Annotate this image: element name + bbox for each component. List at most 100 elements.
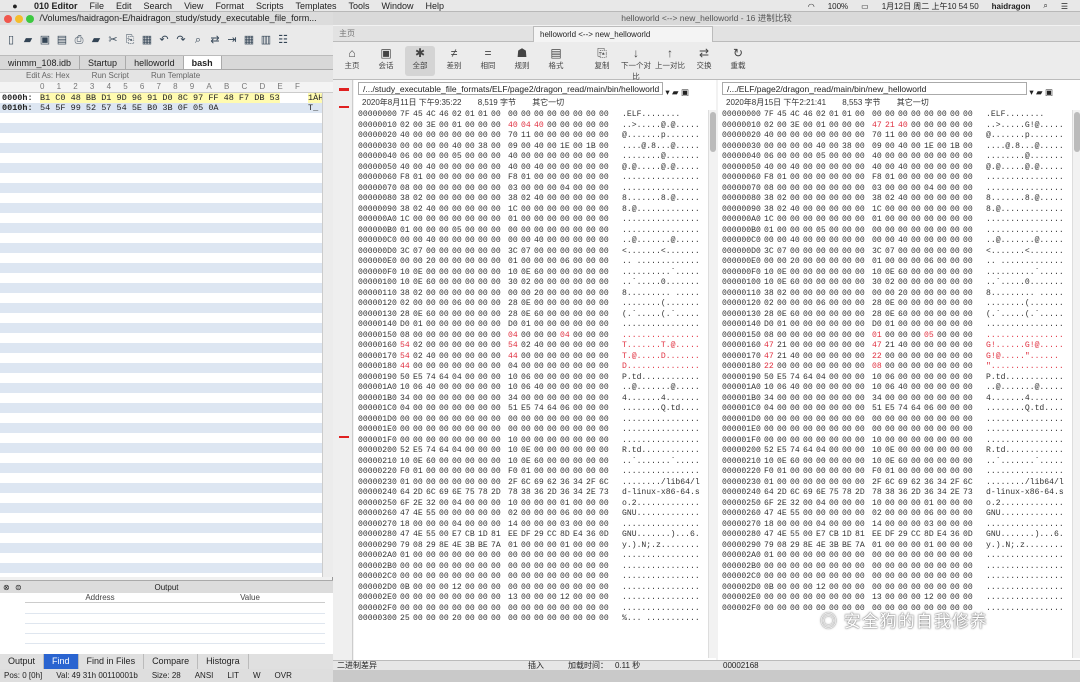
hex-byte[interactable]: 01 <box>924 499 934 510</box>
hex-byte[interactable]: 00 <box>413 331 423 342</box>
hex-byte[interactable]: 00 <box>465 268 475 279</box>
hex-byte[interactable]: 00 <box>885 541 895 552</box>
hex-byte[interactable]: 00 <box>599 152 609 163</box>
hex-byte[interactable]: 00 <box>599 404 609 415</box>
new-file-icon[interactable]: ▯ <box>4 33 18 47</box>
hex-byte[interactable]: 00 <box>898 362 908 373</box>
hex-byte[interactable]: 00 <box>911 268 921 279</box>
hex-byte[interactable]: 00 <box>937 257 947 268</box>
hex-byte[interactable]: 00 <box>911 163 921 174</box>
hex-byte[interactable]: 00 <box>521 205 531 216</box>
hex-row[interactable]: 00000260 47 4E 55 00 00 00 00 00 02 00 00 00 06 00 00 00… <box>354 509 716 520</box>
hex-byte[interactable]: 00 <box>950 247 960 258</box>
hex-byte[interactable]: 00 <box>465 572 475 583</box>
hex-row[interactable]: 00000290 79 08 29 8E 4E 3B BE 7A 01 00 00 00 01 00 00 00… <box>718 541 1080 552</box>
hex-byte[interactable]: 00 <box>465 142 475 153</box>
hex-byte[interactable]: 01 <box>777 320 787 331</box>
hex-byte[interactable]: 00 <box>599 604 609 615</box>
hex-byte[interactable]: 00 <box>911 110 921 121</box>
status-encoding[interactable]: ANSI <box>195 669 214 682</box>
hex-row[interactable]: 00000200 52 E5 74 64 04 00 00 00 10 0E 00 00 00 00 00 00… <box>354 446 716 457</box>
hex-byte[interactable]: 00 <box>885 572 895 583</box>
left-other-dropdown[interactable]: 其它一切 <box>532 98 564 107</box>
row-ascii[interactable]: (.`.....(.`..... <box>622 310 700 321</box>
hex-row[interactable]: 00000070 08 00 00 00 00 00 00 00 03 00 00 00 04 00 00 00… <box>354 184 716 195</box>
hex-byte[interactable]: F8 <box>872 173 882 184</box>
hex-byte[interactable]: 00 <box>491 121 501 132</box>
save-all-icon[interactable]: ▤ <box>55 33 69 47</box>
hex-byte[interactable]: 81 <box>491 530 501 541</box>
hex-byte[interactable]: 40 <box>534 341 544 352</box>
hex-byte[interactable]: 00 <box>599 331 609 342</box>
hex-byte[interactable]: 00 <box>816 341 826 352</box>
hex-byte[interactable]: 00 <box>560 436 570 447</box>
hex-byte[interactable]: 00 <box>426 572 436 583</box>
hex-byte[interactable]: 01 <box>764 551 774 562</box>
hex-byte[interactable]: 00 <box>547 236 557 247</box>
hex-byte[interactable]: 00 <box>924 383 934 394</box>
hex-byte[interactable]: 00 <box>924 121 934 132</box>
hex-byte[interactable]: 00 <box>803 173 813 184</box>
hex-byte[interactable]: 36 <box>586 530 596 541</box>
user-name[interactable]: haidragon <box>992 2 1031 11</box>
hex-byte[interactable]: 38 <box>478 142 488 153</box>
hex-byte[interactable]: 00 <box>829 310 839 321</box>
hex-byte[interactable]: 00 <box>465 404 475 415</box>
hex-byte[interactable]: 06 <box>560 404 570 415</box>
hex-byte[interactable]: 00 <box>521 163 531 174</box>
hex-byte[interactable]: 00 <box>560 383 570 394</box>
hex-row[interactable]: 00000050 40 00 40 00 00 00 00 00 40 00 40 00 00 00 00 00… <box>718 163 1080 174</box>
hex-byte[interactable]: 00 <box>439 331 449 342</box>
hex-byte[interactable]: 06 <box>816 299 826 310</box>
hex-byte[interactable]: 00 <box>413 257 423 268</box>
hex-byte[interactable]: 00 <box>924 583 934 594</box>
hex-byte[interactable]: 00 <box>573 331 583 342</box>
hex-byte[interactable]: 00 <box>937 205 947 216</box>
hex-byte[interactable]: 00 <box>521 572 531 583</box>
hex-byte[interactable]: 28 <box>508 299 518 310</box>
hex-byte[interactable]: 0E <box>885 446 895 457</box>
hex-byte[interactable]: 00 <box>586 604 596 615</box>
goto-icon[interactable]: ⇥ <box>225 33 239 47</box>
hex-byte[interactable]: 00 <box>534 184 544 195</box>
hex-byte[interactable]: 00 <box>803 236 813 247</box>
hex-byte[interactable]: 00 <box>803 583 813 594</box>
tab-output[interactable]: Output <box>0 654 45 669</box>
row-ascii[interactable]: .. ............. <box>622 257 700 268</box>
hex-byte[interactable]: 00 <box>911 520 921 531</box>
hex-byte[interactable]: 00 <box>573 268 583 279</box>
hex-byte[interactable]: 00 <box>599 341 609 352</box>
hex-byte[interactable]: 00 <box>573 614 583 625</box>
hex-byte[interactable]: 00 <box>491 131 501 142</box>
hex-byte[interactable]: 00 <box>413 184 423 195</box>
hex-byte[interactable]: 00 <box>573 541 583 552</box>
hex-byte[interactable]: 00 <box>829 509 839 520</box>
hex-byte[interactable]: 38 <box>872 194 882 205</box>
hex-byte[interactable]: 00 <box>491 310 501 321</box>
hex-byte[interactable]: 00 <box>508 415 518 426</box>
hex-byte[interactable]: 20 <box>426 257 436 268</box>
hex-byte[interactable]: 34 <box>508 394 518 405</box>
hex-byte[interactable]: 40 <box>898 121 908 132</box>
row-ascii[interactable]: ................ <box>622 551 700 562</box>
hex-byte[interactable]: 00 <box>911 142 921 153</box>
hex-byte[interactable]: 00 <box>491 467 501 478</box>
hex-byte[interactable]: 00 <box>803 142 813 153</box>
hex-byte[interactable]: 01 <box>521 320 531 331</box>
hex-byte[interactable]: 00 <box>439 226 449 237</box>
hex-byte[interactable]: 47 <box>764 509 774 520</box>
hex-byte[interactable]: 29 <box>898 530 908 541</box>
hex-byte[interactable]: 00 <box>599 467 609 478</box>
hex-byte[interactable]: 00 <box>777 142 787 153</box>
hex-byte[interactable]: 00 <box>816 478 826 489</box>
hex-byte[interactable]: 00 <box>426 194 436 205</box>
print-icon[interactable]: ⎙ <box>72 33 86 47</box>
hex-byte[interactable]: 20 <box>898 289 908 300</box>
hex-byte[interactable]: 00 <box>777 394 787 405</box>
hex-byte[interactable]: 00 <box>803 163 813 174</box>
hex-byte[interactable]: 00 <box>777 184 787 195</box>
hex-row[interactable]: 00000190 50 E5 74 64 04 00 00 00 10 06 00 00 00 00 00 00… <box>718 373 1080 384</box>
row-ascii[interactable]: ................ <box>986 320 1064 331</box>
hex-row[interactable]: 000002D0 0B 00 00 00 12 00 00 00 00 00 00 00 00 00 00 00… <box>718 583 1080 594</box>
hex-byte[interactable]: 00 <box>452 131 462 142</box>
